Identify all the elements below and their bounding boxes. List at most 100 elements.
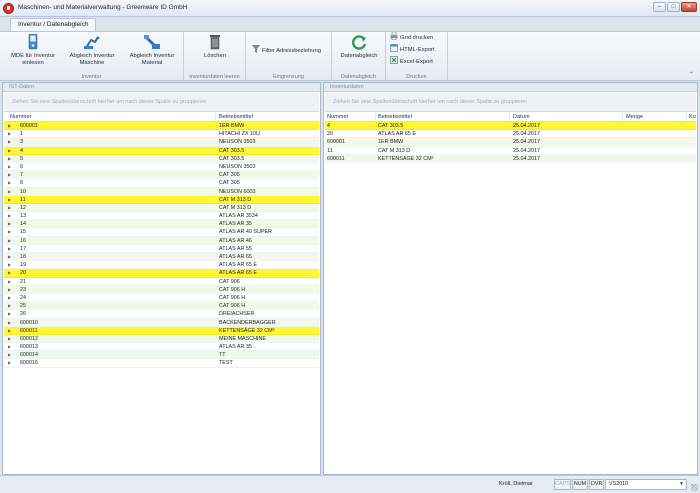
table-row[interactable]: ▶ 19 ATLAS AR 65 E xyxy=(4,261,319,270)
table-row[interactable]: ▶ 600016 TEST xyxy=(4,359,319,368)
table-row[interactable]: ▶ 8 CAT 305 xyxy=(4,179,319,188)
group-label-inventurdaten-leeren: Inventurdaten leeren xyxy=(189,74,240,80)
cell-betriebsmittel: ATLAS AR 65 E xyxy=(219,270,257,277)
cell-nummer: 17 xyxy=(20,245,26,252)
ribbon-collapse-icon[interactable]: ⌃ xyxy=(689,71,694,78)
table-row[interactable]: ▶ 25 CAT 906 H xyxy=(4,302,319,311)
cell-betriebsmittel: BACKENDERBAGGER xyxy=(219,319,276,326)
row-indicator-icon: ▶ xyxy=(8,139,12,145)
row-indicator-icon: ▶ xyxy=(8,213,12,219)
cell-betriebsmittel: TT xyxy=(219,352,226,359)
cell-nummer: 23 xyxy=(20,286,26,293)
table-row[interactable]: ▶ 600012 MEINE MASCHINE xyxy=(4,334,319,344)
mde-einlesen-button[interactable]: MDE für Inventur einlesen xyxy=(5,33,61,66)
inventur-group-by-area[interactable]: Ziehen Sie eine Spaltenüberschrift hierh… xyxy=(325,93,696,112)
html-export-icon xyxy=(390,44,398,53)
table-row[interactable]: ▶ 23 CAT 906 H xyxy=(4,285,319,294)
table-row[interactable]: ▶ 26 DREIACHSER xyxy=(4,310,319,319)
cell-betriebsmittel: NEUSON 3503 xyxy=(219,139,256,146)
table-row[interactable]: ▶ 20 ATLAS AR 65 E xyxy=(4,269,319,278)
row-indicator-icon: ▶ xyxy=(8,294,12,300)
inventur-col-header-menge[interactable]: Menge xyxy=(626,112,643,122)
table-row[interactable]: ▶ 13 ATLAS AR 3534 xyxy=(4,212,319,221)
ist-col-header-nummer[interactable]: Nummer xyxy=(10,112,31,122)
cell-nummer: 600001 xyxy=(327,139,345,146)
row-indicator-icon: ▶ xyxy=(8,196,12,202)
cell-nummer: 14 xyxy=(20,221,26,228)
inventur-col-header-ko[interactable]: Ko xyxy=(689,112,696,122)
cell-nummer: 26 xyxy=(20,311,26,318)
ist-column-header-row: Nummer Betriebsmittel xyxy=(4,112,319,122)
table-row[interactable]: ▶ 3 NEUSON 3503 xyxy=(4,138,319,147)
mde-einlesen-label: MDE für Inventur einlesen xyxy=(11,53,55,66)
table-row[interactable]: ▶ 14 ATLAS AR 35 xyxy=(4,220,319,229)
table-row[interactable]: 600001 1ER BMW 25.04.2017 xyxy=(325,138,696,147)
num-indicator: NUM xyxy=(572,479,588,490)
table-row[interactable]: ▶ 600014 TT xyxy=(4,351,319,360)
filter-adressbeziehung-label: Filter Adressbeziehung xyxy=(262,48,321,54)
table-row[interactable]: 600011 KETTENSÄGE 32 CM³ 25.04.2017 xyxy=(325,154,696,163)
row-indicator-icon: ▶ xyxy=(8,180,12,186)
minimize-button[interactable]: – xyxy=(653,2,666,12)
table-row[interactable]: 11 CAT M 313 D 25.04.2017 xyxy=(325,147,696,155)
theme-select[interactable]: VS2010 ▼ xyxy=(605,479,687,490)
grid-drucken-label: Grid drucken xyxy=(400,35,434,41)
cell-betriebsmittel: ATLAS AR 35 xyxy=(219,344,252,351)
cell-nummer: 13 xyxy=(20,213,26,220)
loeschen-button[interactable]: Löschen xyxy=(192,34,238,60)
row-indicator-icon: ▶ xyxy=(8,352,12,358)
inventur-col-header-datum[interactable]: Datum xyxy=(513,112,529,122)
table-row[interactable]: 20 ATLAS AR 65 E 25.04.2017 xyxy=(325,130,696,139)
table-row[interactable]: ▶ 24 CAT 906 H xyxy=(4,294,319,303)
table-row[interactable]: ▶ 6 NEUSON 3503 xyxy=(4,163,319,172)
table-row[interactable]: ▶ 18 ATLAS AR 65 xyxy=(4,253,319,262)
column-divider xyxy=(375,113,376,121)
table-row[interactable]: ▶ 600001 1ER BMW xyxy=(4,122,319,131)
table-row[interactable]: ▶ 1 HITACHI ZX 10U xyxy=(4,130,319,139)
table-row[interactable]: ▶ 600011 KETTENSÄGE 32 CM³ xyxy=(4,326,319,335)
table-row[interactable]: ▶ 17 ATLAS AR 55 xyxy=(4,245,319,253)
html-export-button[interactable]: HTML-Export xyxy=(390,44,434,56)
row-indicator-icon: ▶ xyxy=(8,360,12,366)
datenabgleich-button[interactable]: Datenabgleich xyxy=(335,34,383,60)
table-row[interactable]: ▶ 10 NEUSON 6003 xyxy=(4,187,319,196)
cell-betriebsmittel: CAT 303.5 xyxy=(219,147,245,154)
inventur-column-header-row: Nummer Betriebsmittel Datum Menge Ko xyxy=(325,112,696,122)
filter-adressbeziehung-button[interactable]: Filter Adressbeziehung xyxy=(252,45,321,57)
column-divider xyxy=(509,113,510,121)
table-row[interactable]: ▶ 5 CAT 303.5 xyxy=(4,154,319,163)
row-indicator-icon: ▶ xyxy=(8,311,12,317)
ist-col-header-betriebsmittel[interactable]: Betriebsmittel xyxy=(219,112,253,122)
table-row[interactable]: ▶ 7 CAT 305 xyxy=(4,171,319,180)
cell-betriebsmittel: KETTENSÄGE 32 CM³ xyxy=(378,155,434,162)
table-row[interactable]: ▶ 11 CAT M 313 D xyxy=(4,195,319,204)
table-row[interactable]: ▶ 21 CAT 906 xyxy=(4,278,319,286)
row-indicator-icon: ▶ xyxy=(8,286,12,292)
table-row[interactable]: ▶ 600013 ATLAS AR 35 xyxy=(4,343,319,352)
close-button[interactable]: ✕ xyxy=(681,2,697,12)
resize-grip-icon[interactable] xyxy=(691,484,698,491)
table-row[interactable]: ▶ 4 CAT 303.5 xyxy=(4,146,319,155)
row-indicator-icon: ▶ xyxy=(8,237,12,243)
excel-export-button[interactable]: Excel-Export xyxy=(390,56,433,68)
inventur-data-rows: 4 CAT 303.5 25.04.2017 20 ATLAS AR 65 E 25.04… xyxy=(325,122,696,163)
ribbon-group-drucken: Grid drucken HTML-Export Excel-Export Dr… xyxy=(386,32,448,81)
grid-drucken-button[interactable]: Grid drucken xyxy=(390,32,434,44)
inventur-col-header-betriebsmittel[interactable]: Betriebsmittel xyxy=(378,112,412,122)
tab-inventur-datenabgleich[interactable]: Inventur / Datenabgleich xyxy=(10,18,97,31)
cell-nummer: 24 xyxy=(20,294,26,301)
table-row[interactable]: ▶ 12 CAT M 313 D xyxy=(4,203,319,213)
table-row[interactable]: ▶ 16 ATLAS AR 46 xyxy=(4,236,319,245)
ist-group-by-area[interactable]: Ziehen Sie eine Spaltenüberschrift hierh… xyxy=(4,93,319,112)
table-row[interactable]: ▶ 15 ATLAS AR 40 SUPER xyxy=(4,228,319,237)
table-row[interactable]: 4 CAT 303.5 25.04.2017 xyxy=(325,122,696,131)
cell-nummer: 25 xyxy=(20,303,26,310)
abgleich-material-button[interactable]: Abgleich Inventur Material xyxy=(123,34,181,66)
cell-betriebsmittel: CAT 906 xyxy=(219,278,240,285)
row-indicator-icon: ▶ xyxy=(8,278,12,284)
abgleich-maschine-button[interactable]: Abgleich Inventur Maschine xyxy=(63,34,121,66)
ist-daten-caption: IST-Daten xyxy=(3,83,320,92)
maximize-button[interactable]: □ xyxy=(667,2,680,12)
inventur-col-header-nummer[interactable]: Nummer xyxy=(327,112,348,122)
table-row[interactable]: ▶ 600010 BACKENDERBAGGER xyxy=(4,318,319,327)
